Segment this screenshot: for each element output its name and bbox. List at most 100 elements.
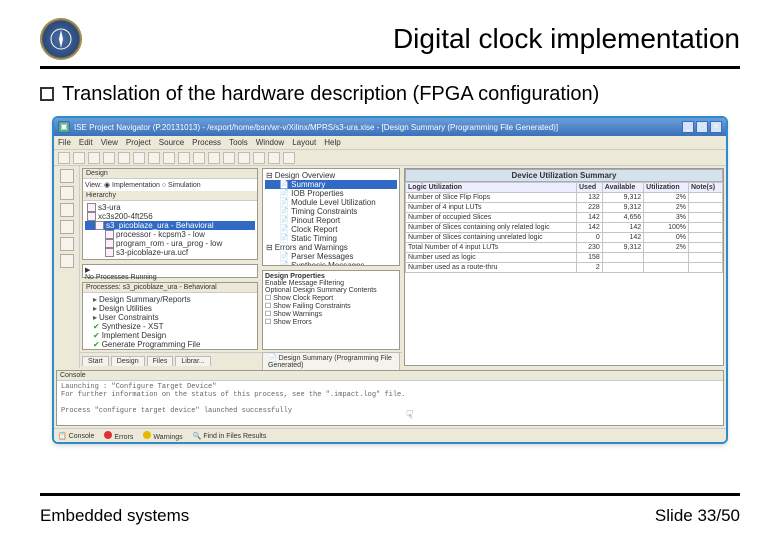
status-find[interactable]: 🔍 Find in Files Results (193, 432, 267, 440)
tool-icon[interactable] (193, 152, 205, 164)
prop-item[interactable]: ☐ Show Failing Constraints (265, 302, 397, 310)
process-item[interactable]: ✔ Implement Design (85, 331, 255, 340)
prop-item[interactable]: Optional Design Summary Contents (265, 287, 397, 294)
utilization-table: Logic UtilizationUsedAvailableUtilizatio… (405, 182, 723, 273)
radio-impl[interactable]: ◉ Implementation (104, 182, 160, 189)
left-tab[interactable]: Files (147, 356, 174, 366)
tool-icon[interactable] (88, 152, 100, 164)
prop-item[interactable]: ☐ Show Clock Report (265, 294, 397, 302)
hierarchy-item[interactable]: s3-picoblaze-ura.ucf (85, 248, 255, 257)
hierarchy-tree[interactable]: s3-ura xc3s200-4ft256 s3_picoblaze_ura -… (83, 201, 257, 259)
summary-pane: Device Utilization Summary Logic Utiliza… (402, 166, 726, 368)
processes-header: Processes: s3_picoblaze_ura - Behavioral (83, 283, 257, 293)
titlebar: ▣ ISE Project Navigator (P.20131013) - /… (54, 118, 726, 136)
hierarchy-item[interactable]: processor - kcpsm3 - low (85, 230, 255, 239)
util-row: Number of Slice Flip Flops1329,3122% (406, 193, 723, 203)
ide-body: Design View: ◉ Implementation ○ Simulati… (54, 166, 726, 368)
no-processes-label: ▶ No Processes Running (82, 264, 258, 278)
process-item[interactable]: ✔ Synthesize - XST (85, 322, 255, 331)
util-row: Number of 4 input LUTs2289,3122% (406, 203, 723, 213)
hierarchy-item[interactable]: program_rom - ura_prog - low (85, 239, 255, 248)
overview-item[interactable]: 📄 Timing Constraints (265, 207, 397, 216)
tool-icon[interactable] (208, 152, 220, 164)
overview-item[interactable]: 📄 Static Timing (265, 234, 397, 243)
menu-layout[interactable]: Layout (292, 138, 316, 147)
hierarchy-item[interactable]: xc3s200-4ft256 (85, 212, 255, 221)
prop-item[interactable]: ☐ Show Errors (265, 318, 397, 326)
hierarchy-item[interactable]: s3-ura (85, 203, 255, 212)
hierarchy-item[interactable]: s3_picoblaze_ura - Behavioral (85, 221, 255, 230)
tool-icon[interactable] (223, 152, 235, 164)
gutter-icon[interactable] (60, 186, 74, 200)
bullet-item: Translation of the hardware description … (40, 83, 740, 106)
overview-item[interactable]: 📄 Module Level Utilization (265, 198, 397, 207)
overview-item[interactable]: 📄 IOB Properties (265, 189, 397, 198)
menu-source[interactable]: Source (159, 138, 184, 147)
slide: Digital clock implementation Translation… (0, 0, 780, 540)
util-row: Number used as a route-thru2 (406, 263, 723, 273)
tool-icon[interactable] (118, 152, 130, 164)
menu-process[interactable]: Process (192, 138, 221, 147)
util-row: Number of occupied Slices1424,6563% (406, 213, 723, 223)
menu-help[interactable]: Help (324, 138, 340, 147)
menu-file[interactable]: File (58, 138, 71, 147)
overview-tree[interactable]: ⊟ Design Overview 📄 Summary📄 IOB Propert… (262, 168, 400, 266)
overview-root[interactable]: ⊟ Design Overview (265, 171, 397, 180)
gutter-icon[interactable] (60, 203, 74, 217)
left-gutter (54, 166, 80, 368)
left-tab[interactable]: Start (82, 356, 109, 366)
tab-design-summary[interactable]: 📄 Design Summary (Programming File Gener… (262, 352, 400, 370)
left-tab[interactable]: Librar... (175, 356, 210, 366)
tool-icon[interactable] (178, 152, 190, 164)
status-console[interactable]: 📋 Console (58, 432, 94, 440)
tool-icon[interactable] (268, 152, 280, 164)
tool-icon[interactable] (238, 152, 250, 164)
close-button[interactable]: × (710, 121, 722, 133)
tool-icon[interactable] (253, 152, 265, 164)
tool-icon[interactable] (133, 152, 145, 164)
errwarn-item[interactable]: 📄 Parser Messages (265, 252, 397, 261)
errwarn-root[interactable]: ⊟ Errors and Warnings (265, 243, 397, 252)
errwarn-item[interactable]: 📄 Synthesis Messages (265, 261, 397, 266)
minimize-button[interactable]: _ (682, 121, 694, 133)
menu-window[interactable]: Window (256, 138, 284, 147)
menu-bar: File Edit View Project Source Process Tools Win… (54, 136, 726, 150)
tool-icon[interactable] (148, 152, 160, 164)
tool-icon[interactable] (163, 152, 175, 164)
gutter-icon[interactable] (60, 169, 74, 183)
overview-item[interactable]: 📄 Pinout Report (265, 216, 397, 225)
menu-tools[interactable]: Tools (229, 138, 248, 147)
processes-tree[interactable]: ▸ Design Summary/Reports▸ Design Utiliti… (83, 293, 257, 349)
tool-icon[interactable] (73, 152, 85, 164)
process-item[interactable]: ▸ Design Utilities (85, 304, 255, 313)
util-header: Used (577, 183, 603, 193)
status-warnings[interactable]: Warnings (143, 431, 182, 441)
process-item[interactable]: ▸ Design Summary/Reports (85, 295, 255, 304)
menu-view[interactable]: View (101, 138, 118, 147)
radio-sim[interactable]: ○ Simulation (162, 182, 201, 189)
divider-top (40, 66, 740, 69)
status-errors[interactable]: Errors (104, 431, 133, 441)
slide-footer: Embedded systems Slide 33/50 (40, 506, 740, 526)
tool-icon[interactable] (58, 152, 70, 164)
overview-item[interactable]: 📄 Clock Report (265, 225, 397, 234)
menu-edit[interactable]: Edit (79, 138, 93, 147)
gutter-icon[interactable] (60, 254, 74, 268)
left-tab[interactable]: Design (111, 356, 145, 366)
process-item[interactable]: ▸ User Constraints (85, 313, 255, 322)
overview-item[interactable]: 📄 Summary (265, 180, 397, 189)
center-tabs: 📄 Design Summary (Programming File Gener… (260, 352, 402, 368)
menu-project[interactable]: Project (126, 138, 151, 147)
footer-left: Embedded systems (40, 506, 189, 526)
maximize-button[interactable]: □ (696, 121, 708, 133)
tool-icon[interactable] (103, 152, 115, 164)
slide-header: Digital clock implementation (40, 18, 740, 60)
gutter-icon[interactable] (60, 237, 74, 251)
prop-item[interactable]: ☐ Show Warnings (265, 310, 397, 318)
org-logo (40, 18, 82, 60)
gutter-icon[interactable] (60, 220, 74, 234)
prop-item[interactable]: Enable Message Filtering (265, 280, 397, 287)
process-item[interactable]: ✔ Generate Programming File (85, 340, 255, 349)
console-output[interactable]: Launching : "Configure Target Device" Fo… (57, 381, 723, 425)
tool-icon[interactable] (283, 152, 295, 164)
